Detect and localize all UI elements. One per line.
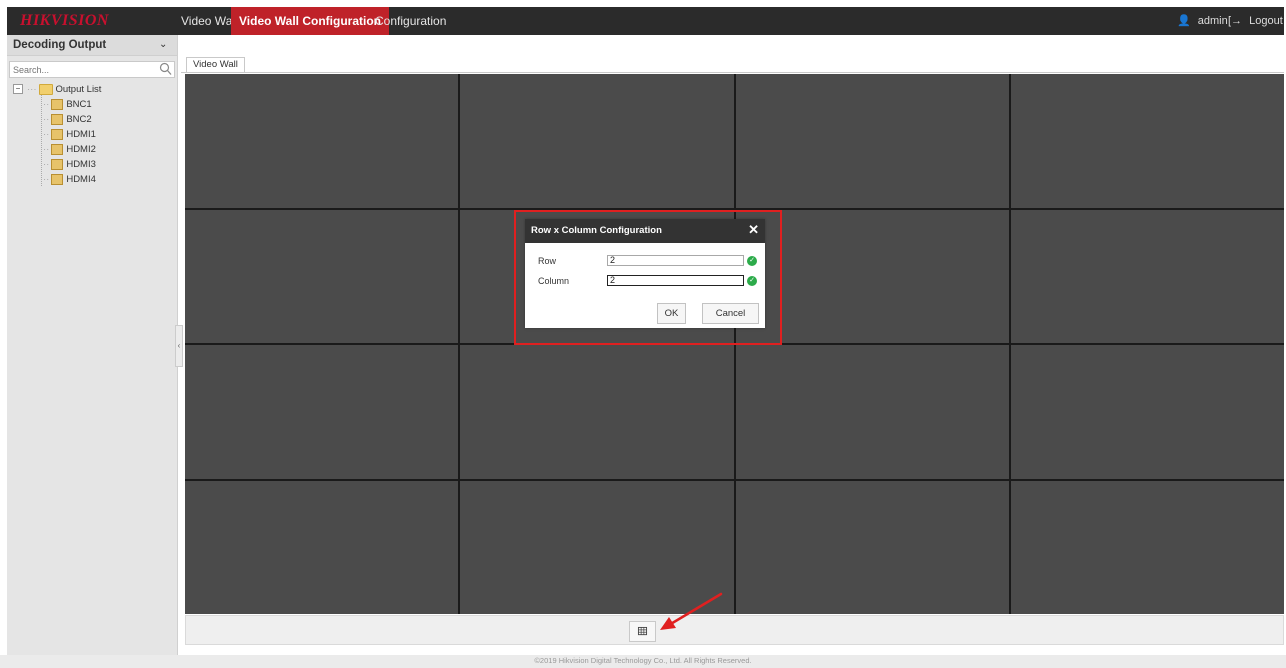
wall-screen-cell[interactable] (1010, 209, 1284, 343)
decoder-output-icon (51, 113, 64, 125)
panel-title: Decoding Output (13, 39, 107, 51)
user-icon: 👤 (1177, 15, 1191, 27)
chevron-down-icon[interactable]: ⌄ (159, 39, 167, 50)
search-box (9, 61, 175, 78)
tree-dots: ·· (43, 99, 50, 110)
cancel-button[interactable]: Cancel (702, 303, 759, 324)
tree-dots: ·· (43, 144, 50, 155)
tree-item-label: BNC1 (66, 99, 92, 110)
logout-label: Logout (1249, 15, 1283, 27)
search-input[interactable] (13, 62, 153, 77)
tree-item-label: HDMI3 (66, 159, 96, 170)
row-label: Row (538, 256, 557, 266)
username: admin (1197, 15, 1228, 27)
wall-screen-cell[interactable] (460, 74, 734, 208)
tree-item-label: HDMI2 (66, 144, 96, 155)
tree-item-bnc1[interactable]: ·· BNC1 (41, 98, 92, 112)
wall-screen-cell[interactable] (735, 74, 1009, 208)
row-input[interactable] (607, 255, 744, 266)
collapse-panel-handle[interactable]: ‹ (175, 325, 183, 367)
tree-dots: ·· (43, 129, 50, 140)
tree-item-hdmi1[interactable]: ·· HDMI1 (41, 128, 96, 142)
tree-dots: ··· (27, 84, 37, 95)
folder-icon (38, 83, 53, 95)
hikvision-logo: HIKVISION (20, 12, 109, 29)
tree-root-output-list[interactable]: − ··· Output List (13, 83, 101, 97)
tab-bar: Video Wall (181, 56, 1284, 73)
top-navigation-bar: HIKVISION Video Wall Video Wall Configur… (7, 7, 1284, 35)
tree-item-label: HDMI1 (66, 129, 96, 140)
tree-item-hdmi3[interactable]: ·· HDMI3 (41, 158, 96, 172)
decoder-output-icon (51, 98, 64, 110)
tree-item-label: BNC2 (66, 114, 92, 125)
grid-icon (637, 626, 648, 636)
decoder-output-icon (51, 128, 64, 140)
close-icon[interactable]: ✕ (748, 222, 759, 238)
tree-item-hdmi2[interactable]: ·· HDMI2 (41, 143, 96, 157)
wall-screen-cell[interactable] (735, 480, 1009, 614)
app-root: HIKVISION Video Wall Video Wall Configur… (0, 0, 1286, 668)
tree-item-label: HDMI4 (66, 174, 96, 185)
wall-toolbar (185, 615, 1284, 645)
ok-button[interactable]: OK (657, 303, 686, 324)
dialog-header: Row x Column Configuration ✕ (525, 219, 765, 243)
wall-screen-cell[interactable] (460, 345, 734, 479)
row-column-config-dialog: Row x Column Configuration ✕ Row ✓ Colum… (525, 219, 765, 328)
logout-icon: [→ (1228, 15, 1243, 27)
decoding-output-panel: Decoding Output ⌄ −··· Output List ·· BNC1… (7, 35, 178, 655)
tree-dots: ·· (43, 159, 50, 170)
wall-screen-cell[interactable] (185, 74, 459, 208)
row-column-config-button[interactable] (629, 621, 656, 642)
collapse-toggle-icon[interactable]: − (13, 84, 23, 95)
wall-screen-cell[interactable] (735, 345, 1009, 479)
copyright-footer: ©2019 Hikvision Digital Technology Co., … (0, 655, 1286, 668)
dialog-title: Row x Column Configuration (531, 225, 662, 236)
red-arrow-annotation (660, 592, 723, 630)
wall-screen-cell[interactable] (1010, 480, 1284, 614)
wall-screen-cell[interactable] (1010, 345, 1284, 479)
valid-check-icon: ✓ (747, 256, 757, 266)
valid-check-icon: ✓ (747, 276, 757, 286)
tab-video-wall[interactable]: Video Wall (186, 57, 245, 72)
tree-dots: ·· (43, 174, 50, 185)
user-menu[interactable]: 👤 admin (1177, 7, 1228, 35)
decoder-output-icon (51, 173, 64, 185)
wall-screen-cell[interactable] (185, 345, 459, 479)
nav-configuration[interactable]: Configuration (367, 7, 454, 35)
search-icon[interactable] (159, 62, 172, 76)
wall-screen-cell[interactable] (185, 209, 459, 343)
tree-item-bnc2[interactable]: ·· BNC2 (41, 113, 92, 127)
tree-root-label: Output List (55, 84, 102, 95)
panel-header: Decoding Output ⌄ (7, 35, 177, 56)
tree-item-hdmi4[interactable]: ·· HDMI4 (41, 173, 96, 187)
column-input[interactable] (607, 275, 744, 286)
tree-dots: ·· (43, 114, 50, 125)
decoder-output-icon (51, 158, 64, 170)
logout-button[interactable]: [→ Logout (1228, 7, 1283, 35)
nav-video-wall-configuration[interactable]: Video Wall Configuration (231, 7, 389, 35)
decoder-output-icon (51, 143, 64, 155)
wall-screen-cell[interactable] (185, 480, 459, 614)
column-label: Column (538, 276, 570, 286)
wall-screen-cell[interactable] (1010, 74, 1284, 208)
